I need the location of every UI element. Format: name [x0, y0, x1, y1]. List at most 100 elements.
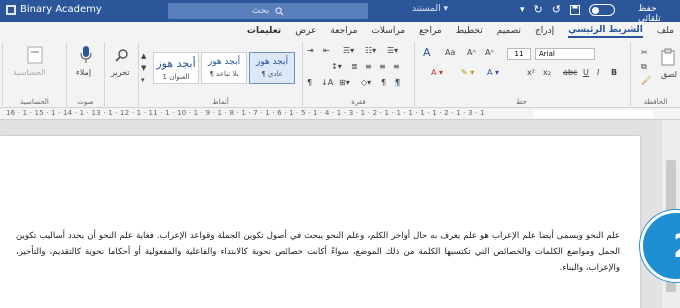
- ruler-text-area: [534, 110, 654, 118]
- align-left-icon[interactable]: ≡: [365, 62, 372, 71]
- grow-font-icon[interactable]: Aᴬ: [485, 48, 494, 57]
- copy-icon[interactable]: ⧉: [641, 62, 647, 72]
- align-center-icon[interactable]: ≡: [379, 62, 386, 71]
- step-number: 2: [673, 227, 680, 265]
- tab-layout[interactable]: تخطيط: [456, 26, 483, 36]
- tab-references[interactable]: مراجع: [419, 26, 442, 36]
- horizontal-ruler[interactable]: 16 · 1 · 15 · 1 · 14 · 1 · 13 · 1 · 12 ·…: [0, 108, 680, 120]
- sensitivity-group-label: الحساسية: [20, 98, 49, 106]
- line-spacing-icon[interactable]: ↕▾: [331, 62, 342, 71]
- rtl-icon[interactable]: ¶: [395, 78, 401, 87]
- decrease-indent-icon[interactable]: ⇤: [323, 46, 330, 55]
- bullets-icon[interactable]: ☰▾: [387, 46, 398, 55]
- style-no-spacing[interactable]: أبجد هوز ¶ بلا تباعد: [201, 52, 247, 84]
- ribbon-tabs: ملف الشريط الرئيسي إدراج تصميم تخطيط مرا…: [0, 22, 680, 40]
- font-size-select[interactable]: 11: [507, 48, 531, 60]
- styles-group-label: أنماط: [212, 98, 229, 106]
- dictate-icon[interactable]: [80, 46, 92, 64]
- sensitivity-group: الحساسية الحساسية: [2, 42, 66, 106]
- styles-scroll-down-icon[interactable]: ▼: [141, 64, 146, 72]
- save-icon[interactable]: [569, 4, 580, 15]
- style-heading-1[interactable]: أبجد هوز العنوان 1: [153, 52, 199, 84]
- style-normal[interactable]: أبجد هوز ¶ عادي: [249, 52, 295, 84]
- document-page[interactable]: علم النحو ويسمى أيضا علم الإعراب هو علم …: [0, 136, 640, 308]
- text-effects-icon[interactable]: A: [423, 46, 431, 59]
- superscript-icon[interactable]: x²: [527, 68, 535, 77]
- increase-indent-icon[interactable]: ⇥: [307, 46, 314, 55]
- app-logo-icon: [6, 4, 16, 15]
- cut-icon[interactable]: ✂: [641, 48, 648, 57]
- find-icon[interactable]: [115, 48, 129, 62]
- sensitivity-icon[interactable]: [27, 46, 43, 64]
- multilevel-list-icon[interactable]: ☴▾: [343, 46, 354, 55]
- strikethrough-icon[interactable]: abc: [563, 68, 577, 77]
- voice-group: إملاء صوت: [66, 42, 104, 106]
- shading-icon[interactable]: ◇▾: [361, 78, 371, 87]
- voice-group-label: صوت: [77, 98, 94, 106]
- autosave-toggle[interactable]: [588, 3, 615, 16]
- style-heading-1-sample: أبجد هوز: [156, 57, 196, 70]
- align-right-icon[interactable]: ≡: [393, 62, 400, 71]
- quick-access-toolbar: ▾ ↻ ↺: [520, 3, 615, 16]
- shrink-font-icon[interactable]: Aᴬ: [467, 48, 476, 57]
- subscript-icon[interactable]: x₂: [543, 68, 551, 77]
- font-name-value: Arial: [539, 50, 555, 58]
- customize-icon[interactable]: ▾: [520, 5, 525, 15]
- style-no-spacing-name: ¶ بلا تباعد: [209, 70, 239, 78]
- clipboard-group: لصق ✂ ⧉ 🖌 الحافظة: [630, 42, 680, 106]
- search-icon: [275, 6, 284, 15]
- document-name[interactable]: المستند ▾: [412, 4, 448, 14]
- justify-icon[interactable]: ≣: [351, 62, 358, 71]
- dictate-label: إملاء: [76, 68, 92, 77]
- styles-more-icon[interactable]: ▾: [141, 76, 145, 84]
- tab-file[interactable]: ملف: [657, 26, 674, 36]
- tab-insert[interactable]: إدراج: [535, 26, 554, 36]
- tab-home[interactable]: الشريط الرئيسي: [568, 25, 643, 38]
- document-paragraph[interactable]: علم النحو ويسمى أيضا علم الإعراب هو علم …: [16, 228, 620, 276]
- app-brand: Binary Academy: [6, 4, 102, 15]
- show-marks-icon[interactable]: ¶: [307, 78, 312, 87]
- app-name: Binary Academy: [20, 4, 102, 15]
- style-heading-1-name: العنوان 1: [162, 73, 190, 81]
- numbering-icon[interactable]: ☷▾: [365, 46, 376, 55]
- document-name-label: المستند: [412, 4, 441, 14]
- font-name-select[interactable]: Arial: [535, 48, 595, 60]
- underline-icon[interactable]: U: [583, 68, 589, 77]
- style-normal-sample: أبجد هوز: [255, 57, 289, 67]
- tab-help[interactable]: تعليمات: [247, 26, 281, 36]
- tab-review[interactable]: مراجعة: [330, 26, 357, 36]
- sensitivity-button-label: الحساسية: [13, 68, 46, 77]
- format-painter-icon[interactable]: 🖌: [641, 76, 651, 85]
- highlight-icon[interactable]: ✎ ▾: [461, 68, 474, 77]
- tab-mailings[interactable]: مراسلات: [371, 26, 405, 36]
- font-color-icon[interactable]: A ▾: [487, 68, 499, 77]
- editing-label[interactable]: تحرير: [111, 68, 129, 77]
- styles-scroll-up-icon[interactable]: ▲: [141, 52, 146, 60]
- paste-icon[interactable]: [661, 48, 677, 66]
- borders-icon[interactable]: ⊞▾: [339, 78, 350, 87]
- search-placeholder: بحث: [251, 6, 270, 16]
- font-color-red-icon[interactable]: A ▾: [431, 68, 443, 77]
- tab-design[interactable]: تصميم: [497, 26, 521, 36]
- change-case-icon[interactable]: Aa: [445, 48, 455, 57]
- sort-icon[interactable]: ↓A: [321, 78, 333, 87]
- paste-label: لصق: [661, 70, 678, 79]
- paragraph-group-label: فقرة: [351, 98, 366, 106]
- ltr-icon[interactable]: ¶: [381, 78, 386, 87]
- italic-icon[interactable]: I: [597, 68, 599, 77]
- autosave-label: حفظ تلقائي: [638, 4, 661, 24]
- ribbon: لصق ✂ ⧉ 🖌 الحافظة Arial 11 Aᴬ Aᴬ Aa A B …: [0, 40, 680, 108]
- bold-icon[interactable]: B: [611, 68, 617, 77]
- title-bar: Binary Academy بحث المستند ▾ ▾ ↻ ↺ حفظ ت…: [0, 0, 680, 24]
- font-group: Arial 11 Aᴬ Aᴬ Aa A B I U abc x₂ x² A ▾ …: [414, 42, 628, 106]
- redo-icon[interactable]: ↻: [534, 3, 543, 16]
- paragraph-group: ☰▾ ☷▾ ☴▾ ⇤ ⇥ ≡ ≡ ≡ ≣ ↕▾ ¶ ¶ ◇▾ ⊞▾ ↓A ¶ ف…: [302, 42, 414, 106]
- font-size-value: 11: [514, 50, 524, 58]
- tab-view[interactable]: عرض: [295, 26, 316, 36]
- search-box[interactable]: بحث: [168, 3, 368, 19]
- style-no-spacing-sample: أبجد هوز: [207, 57, 241, 67]
- undo-icon[interactable]: ↺: [552, 3, 561, 16]
- font-group-label: خط: [516, 98, 527, 106]
- word-window: Binary Academy بحث المستند ▾ ▾ ↻ ↺ حفظ ت…: [0, 0, 680, 308]
- ruler-marks: 16 · 1 · 15 · 1 · 14 · 1 · 13 · 1 · 12 ·…: [6, 109, 485, 117]
